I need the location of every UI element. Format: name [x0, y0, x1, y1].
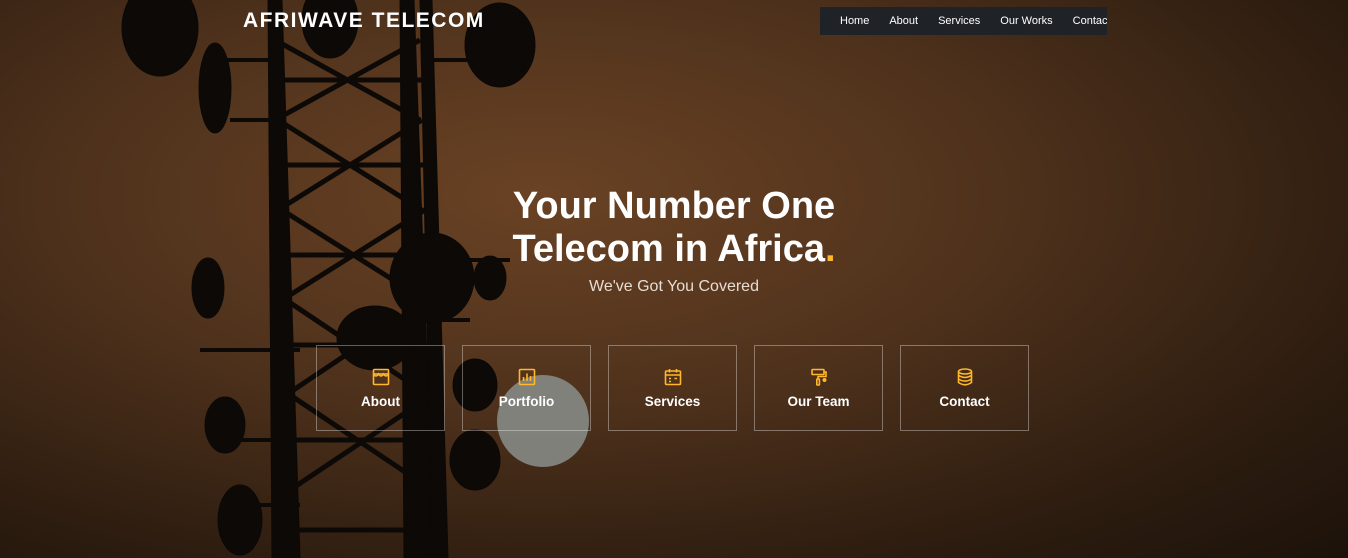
nav-our-works-link[interactable]: Our Works [1000, 15, 1052, 27]
database-icon [957, 368, 972, 386]
bar-chart-icon [518, 368, 535, 386]
about-icon-box[interactable]: About [316, 345, 445, 431]
main-navigation: Home About Services Our Works Contact [820, 7, 1107, 35]
hero-subtitle: We've Got You Covered [589, 278, 759, 295]
nav-about-link[interactable]: About [889, 15, 918, 27]
hero-title-line2: Telecom in Africa [512, 228, 825, 270]
store-icon [372, 368, 389, 386]
site-logo[interactable]: AFRIWAVE TELECOM [243, 9, 485, 33]
nav-home-link[interactable]: Home [840, 15, 869, 27]
our-team-box-label: Our Team [787, 394, 850, 409]
our-team-icon-box[interactable]: Our Team [754, 345, 883, 431]
nav-services-link[interactable]: Services [938, 15, 980, 27]
services-box-label: Services [644, 394, 701, 409]
about-box-label: About [361, 394, 400, 409]
hero-title-line1: Your Number One [512, 185, 836, 227]
nav-contact-link[interactable]: Contact [1073, 15, 1107, 27]
contact-icon-box[interactable]: Contact [900, 345, 1029, 431]
hero-title: Your Number One Telecom in Africa. [0, 185, 1348, 271]
hero-title-accent-dot: . [824, 228, 836, 270]
services-icon-box[interactable]: Services [608, 345, 737, 431]
calendar-icon [664, 369, 681, 386]
icon-box-row: About Portfolio Services Our Team Contac… [316, 345, 1029, 431]
portfolio-box-label: Portfolio [498, 394, 555, 409]
portfolio-icon-box[interactable]: Portfolio [462, 345, 591, 431]
contact-box-label: Contact [939, 394, 990, 409]
paint-roller-icon [810, 368, 827, 386]
